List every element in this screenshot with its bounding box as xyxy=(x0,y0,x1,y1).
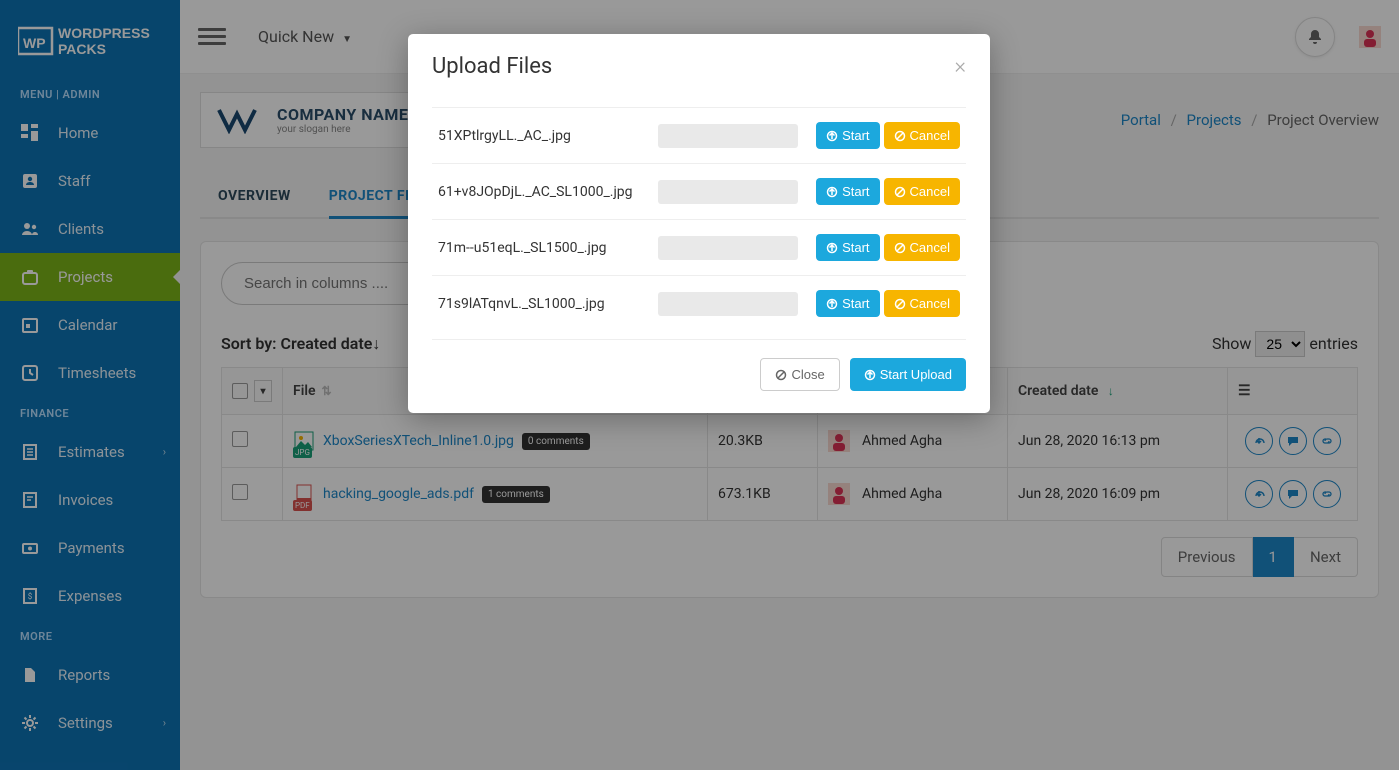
upload-row: 71s9lATqnvL._SL1000_.jpg StartCancel xyxy=(432,275,966,331)
upload-icon xyxy=(864,369,876,381)
upload-icon xyxy=(826,242,838,254)
upload-file-name: 71m--u51eqL._SL1500_.jpg xyxy=(438,240,658,256)
upload-progress-bar xyxy=(658,292,798,316)
upload-row: 51XPtlrgyLL._AC_.jpg StartCancel xyxy=(432,107,966,163)
modal-close-button[interactable]: × xyxy=(954,54,966,79)
upload-file-name: 71s9lATqnvL._SL1000_.jpg xyxy=(438,296,658,312)
upload-cancel-button[interactable]: Cancel xyxy=(884,234,960,261)
modal-close-footer-button[interactable]: Close xyxy=(760,358,839,391)
upload-cancel-button[interactable]: Cancel xyxy=(884,290,960,317)
modal-title: Upload Files xyxy=(432,54,552,79)
upload-files-modal: Upload Files × 51XPtlrgyLL._AC_.jpg Start… xyxy=(408,34,990,413)
upload-icon xyxy=(826,186,838,198)
upload-icon xyxy=(826,298,838,310)
ban-icon xyxy=(775,369,787,381)
upload-start-button[interactable]: Start xyxy=(816,234,879,261)
upload-progress-bar xyxy=(658,180,798,204)
ban-icon xyxy=(894,242,906,254)
upload-progress-bar xyxy=(658,124,798,148)
upload-row: 71m--u51eqL._SL1500_.jpg StartCancel xyxy=(432,219,966,275)
upload-cancel-button[interactable]: Cancel xyxy=(884,178,960,205)
upload-start-button[interactable]: Start xyxy=(816,290,879,317)
upload-start-button[interactable]: Start xyxy=(816,178,879,205)
ban-icon xyxy=(894,186,906,198)
start-upload-button[interactable]: Start Upload xyxy=(850,358,966,391)
upload-row: 61+v8JOpDjL._AC_SL1000_.jpg StartCancel xyxy=(432,163,966,219)
ban-icon xyxy=(894,298,906,310)
upload-cancel-button[interactable]: Cancel xyxy=(884,122,960,149)
upload-icon xyxy=(826,130,838,142)
upload-file-name: 51XPtlrgyLL._AC_.jpg xyxy=(438,128,658,144)
ban-icon xyxy=(894,130,906,142)
upload-progress-bar xyxy=(658,236,798,260)
upload-file-name: 61+v8JOpDjL._AC_SL1000_.jpg xyxy=(438,184,658,200)
upload-start-button[interactable]: Start xyxy=(816,122,879,149)
